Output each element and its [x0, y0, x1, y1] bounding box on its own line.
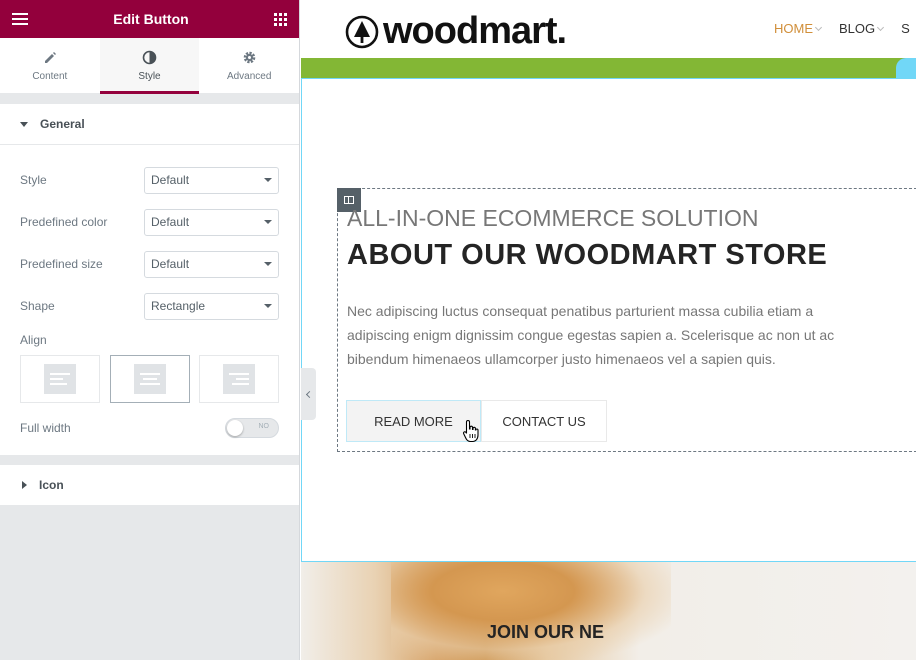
general-heading: General: [40, 117, 85, 131]
site-logo[interactable]: woodmart.: [345, 10, 567, 53]
widgets-grid-icon[interactable]: [273, 12, 287, 26]
predefined-color-select[interactable]: Default: [144, 208, 279, 236]
nav-shop-label: S: [901, 21, 910, 36]
divider: [0, 455, 299, 465]
full-width-control: Full width NO: [20, 415, 279, 441]
nav-item-shop[interactable]: S: [901, 21, 910, 36]
section-paragraph: Nec adipiscing luctus consequat penatibu…: [347, 303, 835, 367]
style-control: Style Default: [20, 159, 279, 201]
predefined-color-label: Predefined color: [20, 215, 108, 229]
toggle-knob: [227, 420, 243, 436]
header-accent-bar: [301, 58, 916, 78]
gear-icon: [242, 50, 257, 66]
align-left-button[interactable]: [20, 355, 100, 403]
chevron-left-icon: [305, 390, 314, 398]
section-handle[interactable]: [896, 58, 916, 78]
contrast-icon: [142, 50, 157, 66]
nav-blog-label: BLOG: [839, 21, 876, 36]
site-header: woodmart. HOME BLOG S: [301, 0, 916, 58]
align-center-icon: [133, 364, 166, 394]
tab-style[interactable]: Style: [99, 38, 200, 94]
logo-text: woodmart.: [383, 10, 567, 52]
predefined-size-value: Default: [151, 257, 190, 271]
tree-logo-icon: [345, 15, 379, 48]
join-heading: JOIN OUR NE: [487, 622, 605, 642]
nav-item-blog[interactable]: BLOG: [839, 21, 885, 36]
style-select-value: Default: [151, 173, 190, 187]
shape-control: Shape Rectangle: [20, 285, 279, 327]
site-preview: woodmart. HOME BLOG S ALL-IN-ONE ECOMMER…: [301, 0, 916, 660]
general-section-toggle[interactable]: General: [0, 104, 299, 144]
pencil-icon: [43, 50, 57, 66]
icon-heading: Icon: [39, 478, 64, 492]
banner-image: [301, 562, 916, 660]
read-more-button[interactable]: READ MORE: [346, 400, 481, 442]
predefined-size-label: Predefined size: [20, 257, 103, 271]
align-options: [20, 355, 279, 403]
general-section: General Style Default Predefined color D…: [0, 104, 299, 455]
caret-down-icon: [20, 121, 28, 127]
panel-collapse-handle[interactable]: [301, 368, 316, 420]
chevron-down-icon: [814, 23, 823, 31]
dropdown-arrow-icon: [264, 262, 272, 266]
menu-icon[interactable]: [12, 13, 28, 25]
editor-panel: Edit Button Content Style Advanced Gener…: [0, 0, 300, 660]
predefined-size-select[interactable]: Default: [144, 250, 279, 278]
nav-home-label: HOME: [774, 21, 813, 36]
editor-column: ALL-IN-ONE ECOMMERCE SOLUTION ABOUT OUR …: [337, 188, 916, 452]
icon-section: Icon: [0, 465, 299, 505]
align-right-icon: [223, 364, 255, 394]
toggle-state: NO: [258, 423, 270, 430]
divider: [0, 94, 299, 104]
align-left-icon: [44, 364, 76, 394]
panel-title: Edit Button: [113, 11, 189, 27]
predefined-color-value: Default: [151, 215, 190, 229]
align-center-button[interactable]: [109, 355, 190, 403]
section-title: ABOUT OUR WOODMART STORE: [347, 239, 828, 271]
dropdown-arrow-icon: [264, 220, 272, 224]
shape-select[interactable]: Rectangle: [144, 292, 279, 320]
dropdown-arrow-icon: [264, 178, 272, 182]
section-subtitle: ALL-IN-ONE ECOMMERCE SOLUTION: [347, 205, 759, 231]
align-right-button[interactable]: [199, 355, 279, 403]
chevron-down-icon: [877, 23, 885, 31]
general-controls: Style Default Predefined color Default P…: [0, 144, 299, 455]
main-nav: HOME BLOG S: [774, 21, 916, 36]
predefined-color-control: Predefined color Default: [20, 201, 279, 243]
tab-content-label: Content: [32, 70, 68, 82]
predefined-size-control: Predefined size Default: [20, 243, 279, 285]
tab-content[interactable]: Content: [0, 38, 100, 93]
hand-pointer-icon: [462, 419, 479, 443]
full-width-label: Full width: [20, 421, 71, 435]
banner-image-shape: [391, 562, 671, 660]
tab-style-label: Style: [138, 70, 161, 82]
editor-section: ALL-IN-ONE ECOMMERCE SOLUTION ABOUT OUR …: [301, 78, 916, 562]
style-select[interactable]: Default: [144, 166, 279, 194]
panel-header: Edit Button: [0, 0, 299, 38]
icon-section-toggle[interactable]: Icon: [0, 465, 299, 505]
contact-us-button[interactable]: CONTACT US: [481, 400, 607, 442]
style-label: Style: [20, 173, 47, 187]
panel-tabs: Content Style Advanced: [0, 38, 299, 94]
tab-advanced[interactable]: Advanced: [199, 38, 299, 93]
align-label: Align: [20, 333, 47, 347]
shape-select-value: Rectangle: [151, 299, 206, 313]
nav-item-home[interactable]: HOME: [774, 21, 823, 36]
tab-advanced-label: Advanced: [226, 70, 272, 82]
caret-right-icon: [22, 481, 27, 489]
shape-label: Shape: [20, 299, 55, 313]
full-width-toggle[interactable]: NO: [225, 418, 279, 438]
dropdown-arrow-icon: [264, 304, 272, 308]
